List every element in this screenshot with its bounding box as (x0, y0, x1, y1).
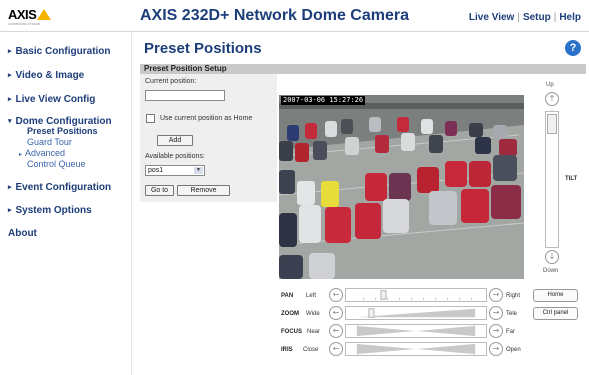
pan-slider[interactable] (345, 288, 487, 302)
pan-right-arrow-icon[interactable]: → (489, 288, 503, 302)
zoom-tele-arrow-icon[interactable]: → (489, 306, 503, 320)
nav-separator: | (553, 12, 557, 23)
bullet-arrow-icon: ▸ (19, 152, 23, 158)
focus-near-label: Near (307, 329, 321, 335)
pan-right-label: Right (506, 293, 521, 299)
zoom-tele-label: Tele (506, 311, 518, 317)
nav-live-view[interactable]: Live View (469, 12, 514, 23)
focus-far-label: Far (506, 329, 515, 335)
sidebar-item-live-view-config[interactable]: ▸ Live View Config (8, 94, 95, 105)
ctrl-panel-button[interactable]: Ctrl panel (533, 307, 578, 320)
home-button[interactable]: Home (533, 289, 578, 302)
iris-close-label: Close (303, 347, 319, 353)
nav-help[interactable]: Help (559, 12, 581, 23)
live-video-view[interactable] (279, 95, 524, 279)
logo-triangle-icon (37, 9, 52, 20)
sidebar (0, 33, 132, 375)
chevron-down-icon: ▼ (194, 167, 203, 174)
sidebar-sub-advanced[interactable]: ▸ Advanced (19, 148, 65, 158)
iris-label: IRIS (281, 347, 293, 353)
pan-left-arrow-icon[interactable]: ← (329, 288, 343, 302)
tilt-up-arrow-icon[interactable]: ↑ (545, 92, 559, 106)
zoom-label: ZOOM (281, 311, 299, 317)
tilt-down-arrow-icon[interactable]: ↓ (545, 250, 559, 264)
iris-open-arrow-icon[interactable]: → (489, 342, 503, 356)
sidebar-sub-guard-tour[interactable]: Guard Tour (27, 137, 72, 147)
bullet-arrow-icon: ▸ (8, 72, 12, 79)
pan-left-label: Left (306, 293, 317, 299)
focus-slider[interactable] (345, 324, 487, 338)
zoom-slider[interactable] (345, 306, 487, 320)
sidebar-sub-control-queue[interactable]: Control Queue (27, 159, 86, 169)
goto-button[interactable]: Go to (145, 185, 174, 196)
zoom-wide-label: Wide (306, 311, 320, 317)
header: AXIS COMMUNICATIONS AXIS 232D+ Network D… (0, 0, 589, 32)
nav-setup[interactable]: Setup (523, 12, 551, 23)
bullet-arrow-icon: ▸ (8, 184, 12, 191)
iris-open-label: Open (506, 347, 521, 353)
tilt-up-label: Up (546, 82, 554, 88)
sidebar-item-event-configuration[interactable]: ▸ Event Configuration (8, 182, 111, 193)
available-positions-label: Available positions: (145, 153, 205, 160)
page-title: Preset Positions (144, 40, 262, 57)
top-nav: Live View | Setup | Help (469, 12, 581, 23)
focus-near-arrow-icon[interactable]: ← (329, 324, 343, 338)
tilt-down-label: Down (543, 268, 559, 274)
axis-logo[interactable]: AXIS (8, 7, 52, 22)
tilt-slider-handle[interactable] (547, 114, 557, 134)
section-title: Preset Position Setup (144, 64, 227, 73)
current-position-label: Current position: (145, 78, 197, 85)
bullet-arrow-icon: ▸ (8, 207, 12, 214)
current-position-input[interactable] (145, 90, 225, 101)
available-positions-select[interactable]: pos1 ▼ (145, 165, 205, 176)
sidebar-sub-preset-positions[interactable]: Preset Positions (27, 126, 98, 136)
remove-button[interactable]: Remove (177, 185, 230, 196)
sidebar-item-basic-configuration[interactable]: ▸ Basic Configuration (8, 46, 111, 57)
help-icon[interactable]: ? (565, 40, 581, 56)
sidebar-item-video-image[interactable]: ▸ Video & Image (8, 70, 84, 81)
logo-tagline: COMMUNICATIONS (8, 22, 41, 26)
video-timestamp: 2007-03-06 15:27:26 (281, 96, 366, 105)
iris-close-arrow-icon[interactable]: ← (329, 342, 343, 356)
sidebar-item-system-options[interactable]: ▸ System Options (8, 205, 92, 216)
iris-slider[interactable] (345, 342, 487, 356)
focus-far-arrow-icon[interactable]: → (489, 324, 503, 338)
pan-label: PAN (281, 293, 294, 299)
bullet-arrow-icon: ▾ (8, 118, 12, 125)
use-as-home-label: Use current position as Home (160, 115, 253, 122)
nav-separator: | (517, 12, 520, 23)
sidebar-item-about[interactable]: About (8, 228, 37, 239)
app-title: AXIS 232D+ Network Dome Camera (140, 7, 409, 24)
focus-label: FOCUS (281, 329, 302, 335)
use-as-home-checkbox[interactable] (146, 114, 155, 123)
zoom-wide-arrow-icon[interactable]: ← (329, 306, 343, 320)
bullet-arrow-icon: ▸ (8, 48, 12, 55)
add-button[interactable]: Add (157, 135, 193, 146)
tilt-label: TILT (565, 176, 578, 182)
bullet-arrow-icon: ▸ (8, 96, 12, 103)
